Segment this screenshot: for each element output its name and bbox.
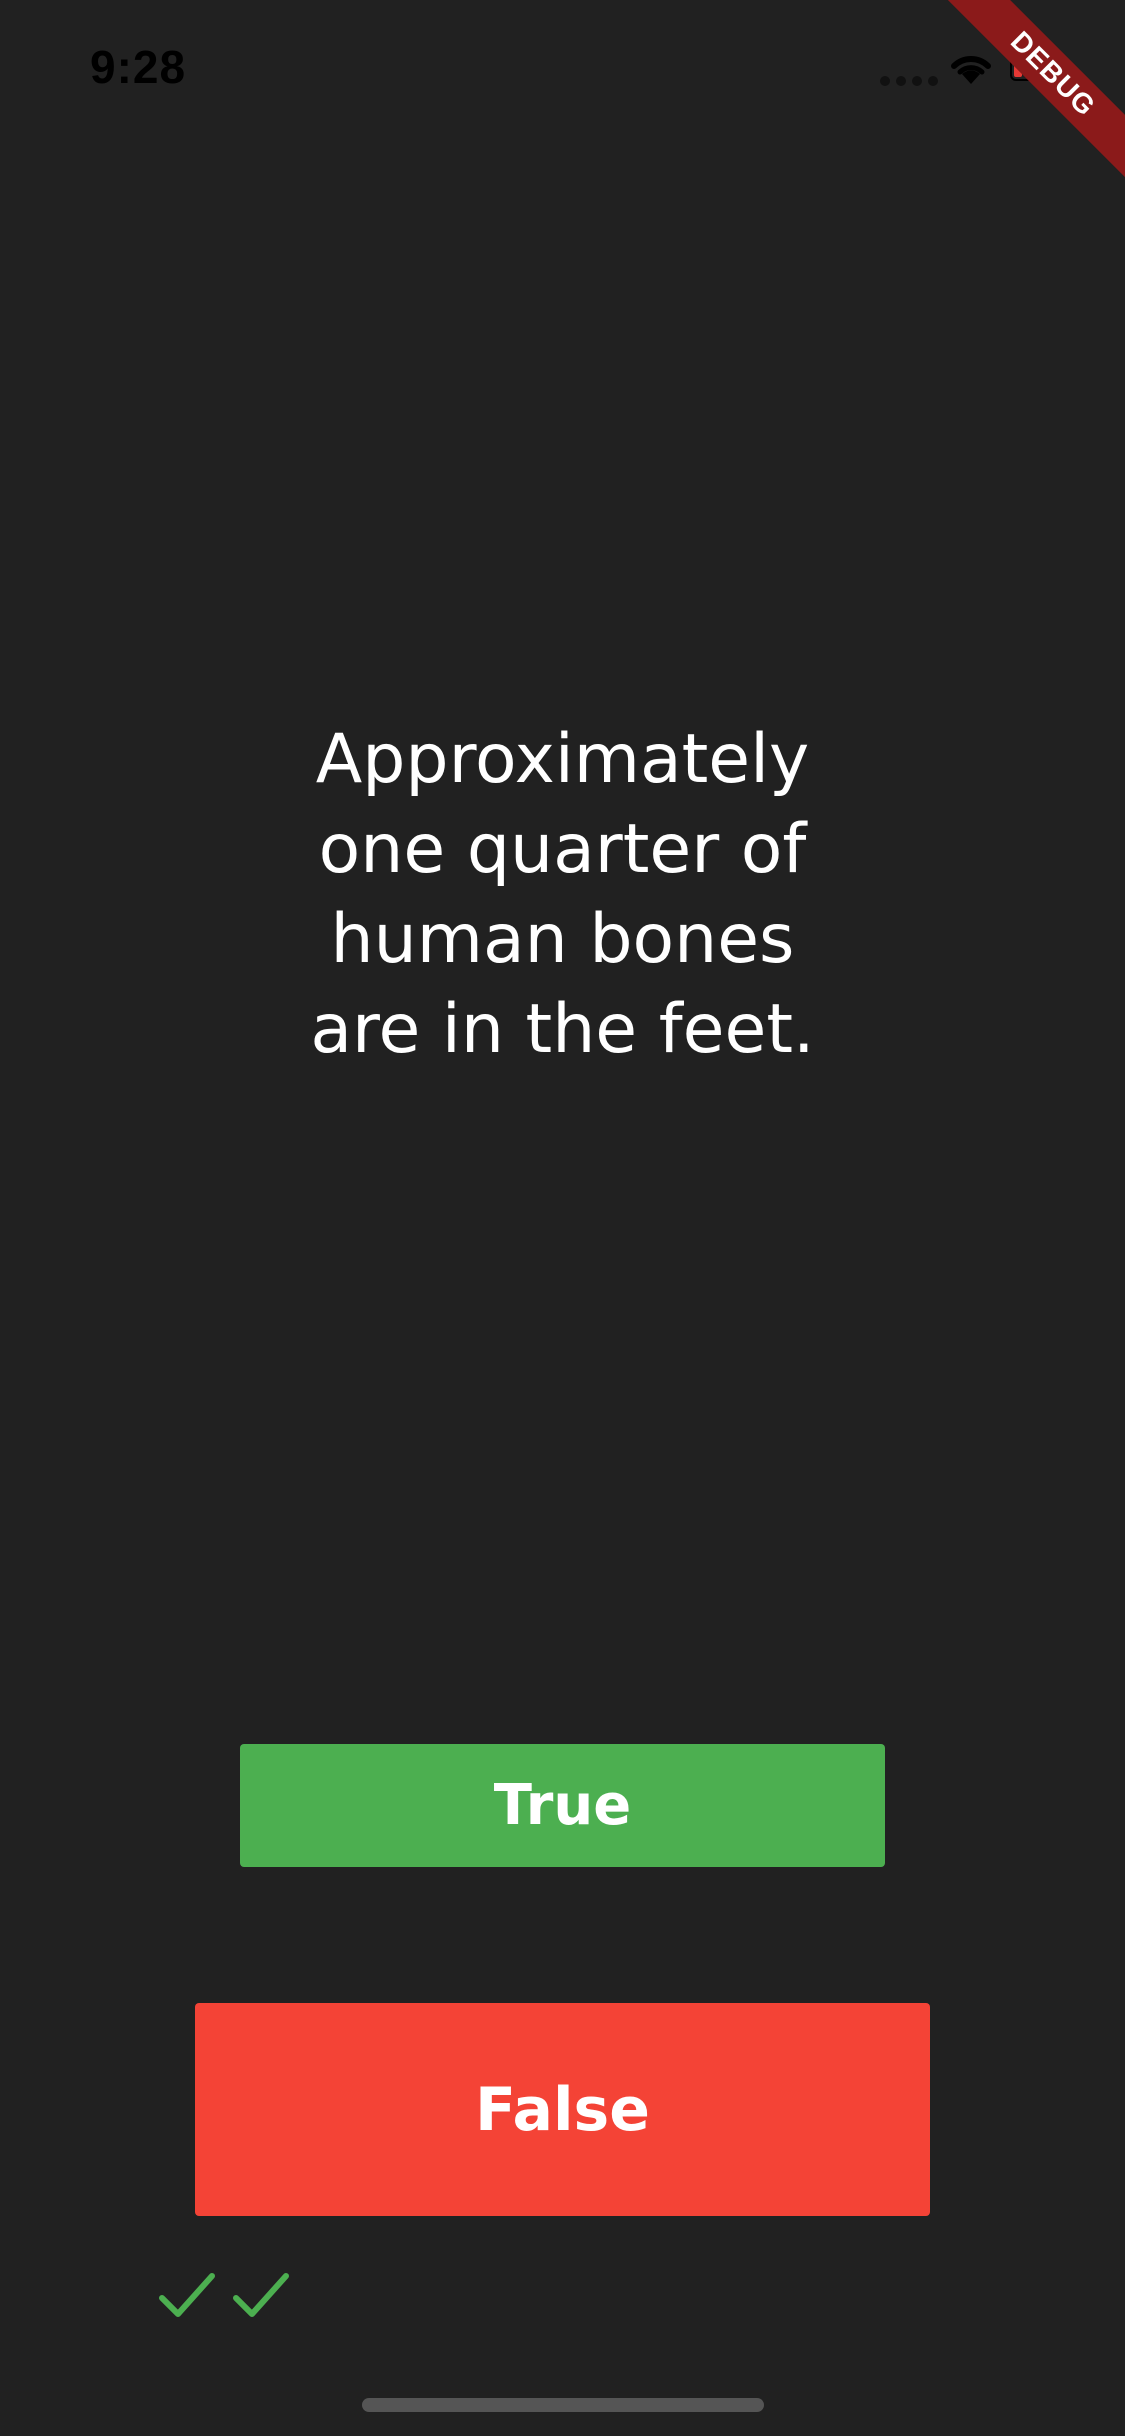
- status-time: 9:28: [90, 41, 187, 93]
- question-line: are in the feet.: [310, 990, 815, 1069]
- question-text: Approximately one quarter of human bones…: [0, 715, 1125, 1075]
- debug-label: DEBUG: [945, 0, 1125, 182]
- false-button[interactable]: False: [195, 2003, 930, 2216]
- true-button[interactable]: True: [240, 1744, 885, 1867]
- debug-banner: DEBUG: [925, 0, 1125, 200]
- home-indicator[interactable]: [362, 2398, 764, 2412]
- score-keeper: [158, 2270, 290, 2322]
- check-icon: [233, 2273, 289, 2317]
- question-line: Approximately: [315, 720, 810, 799]
- check-icon: [159, 2273, 215, 2317]
- question-line: one quarter of: [318, 810, 807, 889]
- question-line: human bones: [330, 900, 795, 979]
